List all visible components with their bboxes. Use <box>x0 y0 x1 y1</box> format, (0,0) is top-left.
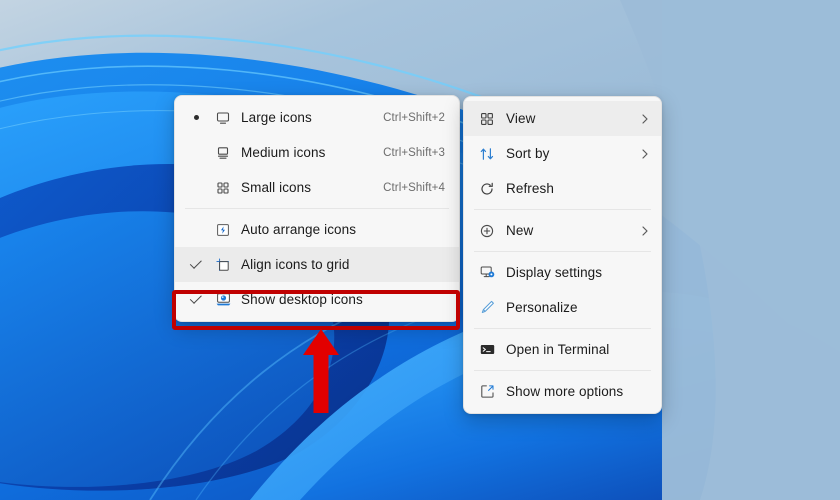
menu-item-label: Display settings <box>506 265 603 280</box>
menu-item-label: Show more options <box>506 384 624 399</box>
menu-item-label: Open in Terminal <box>506 342 610 357</box>
menu-item-label: Medium icons <box>241 145 326 160</box>
chevron-right-icon <box>637 148 653 160</box>
selected-bullet-marker <box>183 115 209 120</box>
menu-item-label: View <box>506 111 536 126</box>
menu-item-label: Small icons <box>241 180 312 195</box>
menu-item-label: Personalize <box>506 300 578 315</box>
menu-item-sort-by[interactable]: Sort by <box>464 136 661 171</box>
personalize-brush-icon <box>472 299 502 316</box>
menu-separator <box>185 208 449 209</box>
new-plus-icon <box>472 223 502 239</box>
menu-item-align-icons-to-grid[interactable]: Align icons to grid <box>175 247 459 282</box>
menu-item-shortcut: Ctrl+Shift+4 <box>383 181 445 194</box>
menu-item-refresh[interactable]: Refresh <box>464 171 661 206</box>
medium-icons-icon <box>209 145 237 161</box>
menu-item-view[interactable]: View <box>464 101 661 136</box>
show-more-options-icon <box>472 383 502 400</box>
menu-item-shortcut: Ctrl+Shift+2 <box>383 111 445 124</box>
show-desktop-icons-icon <box>209 291 237 308</box>
refresh-icon <box>472 181 502 197</box>
desktop-screen: Large icons Ctrl+Shift+2 Medium icons Ct… <box>0 0 840 500</box>
menu-item-label: Sort by <box>506 146 550 161</box>
chevron-right-icon <box>637 113 653 125</box>
chevron-right-icon <box>637 225 653 237</box>
display-settings-icon <box>472 264 502 281</box>
menu-item-small-icons[interactable]: Small icons Ctrl+Shift+4 <box>175 170 459 205</box>
menu-item-new[interactable]: New <box>464 213 661 248</box>
view-grid-icon <box>472 111 502 127</box>
menu-separator <box>474 209 651 210</box>
desktop-context-menu[interactable]: View Sort by Refresh New Display setting… <box>463 96 662 414</box>
menu-item-auto-arrange-icons[interactable]: Auto arrange icons <box>175 212 459 247</box>
menu-item-show-more-options[interactable]: Show more options <box>464 374 661 409</box>
sort-arrows-icon <box>472 146 502 162</box>
menu-item-show-desktop-icons[interactable]: Show desktop icons <box>175 282 459 317</box>
terminal-icon <box>472 341 502 358</box>
menu-item-label: New <box>506 223 534 238</box>
menu-item-label: Large icons <box>241 110 312 125</box>
menu-item-shortcut: Ctrl+Shift+3 <box>383 146 445 159</box>
menu-separator <box>474 251 651 252</box>
align-grid-icon <box>209 257 237 273</box>
menu-item-personalize[interactable]: Personalize <box>464 290 661 325</box>
menu-item-label: Show desktop icons <box>241 292 363 307</box>
auto-arrange-icon <box>209 222 237 238</box>
menu-item-open-in-terminal[interactable]: Open in Terminal <box>464 332 661 367</box>
check-marker <box>183 256 209 269</box>
menu-item-label: Auto arrange icons <box>241 222 357 237</box>
menu-item-display-settings[interactable]: Display settings <box>464 255 661 290</box>
large-icons-icon <box>209 110 237 126</box>
menu-item-label: Refresh <box>506 181 554 196</box>
menu-item-label: Align icons to grid <box>241 257 350 272</box>
check-marker <box>183 291 209 304</box>
view-submenu[interactable]: Large icons Ctrl+Shift+2 Medium icons Ct… <box>174 95 460 322</box>
menu-item-medium-icons[interactable]: Medium icons Ctrl+Shift+3 <box>175 135 459 170</box>
menu-separator <box>474 328 651 329</box>
menu-item-large-icons[interactable]: Large icons Ctrl+Shift+2 <box>175 100 459 135</box>
small-icons-icon <box>209 180 237 196</box>
menu-separator <box>474 370 651 371</box>
